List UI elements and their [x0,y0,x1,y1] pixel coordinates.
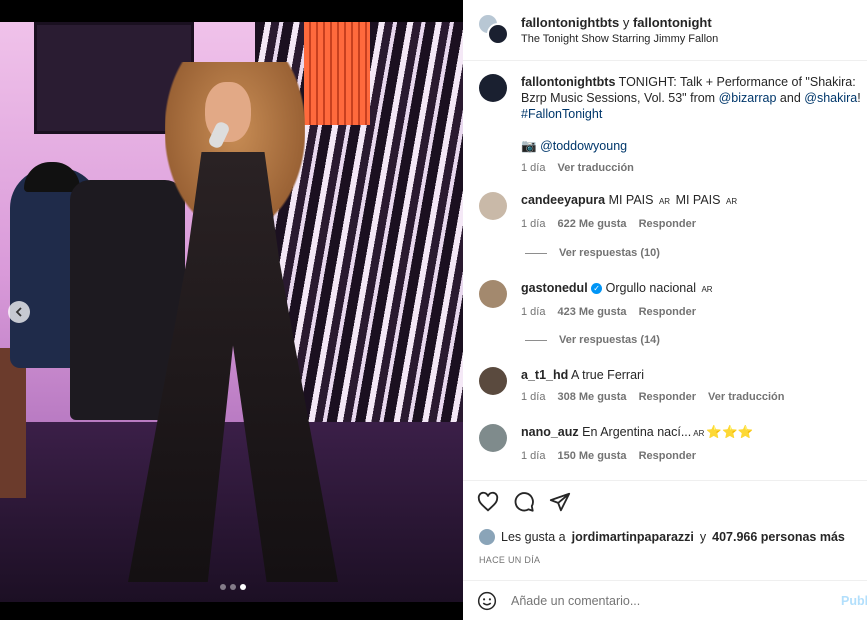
caption-meta: 1 día Ver traducción [521,162,867,174]
likes-middle: y [699,530,707,544]
comment-icon[interactable] [513,491,535,513]
carousel-dot[interactable] [220,584,226,590]
likes-summary[interactable]: Les gusta a jordimartinpaparazzi y 407.9… [479,529,845,545]
author-joiner: y [622,15,630,30]
post-media [0,0,463,620]
mention-link[interactable]: @shakira [804,91,857,105]
post-subtitle[interactable]: The Tonight Show Starring Jimmy Fallon [521,33,718,45]
post-authors: fallontonightbts y fallontonight [521,15,718,30]
reply-button[interactable]: Responder [639,450,696,462]
avatar [487,23,509,45]
carousel-indicator [220,584,246,590]
flag-ar: AR [701,285,713,294]
comment-text: candeeyapura MI PAIS AR MI PAIS AR [521,192,867,210]
photo-desk [0,348,26,498]
post-timestamp[interactable]: HACE UN DÍA [479,555,540,565]
likes-count[interactable]: 407.966 personas más [712,530,845,544]
author-link[interactable]: fallontonight [633,15,712,30]
post-photo [0,22,463,602]
comment-text: a_t1_hd A true Ferrari [521,367,867,383]
hashtag-link[interactable]: #FallonTonight [521,107,602,121]
photo-floor [0,422,463,602]
action-icons [477,491,571,513]
caption-username[interactable]: fallontonightbts [521,75,615,89]
caption-text: fallontonightbts TONIGHT: Talk + Perform… [521,74,867,122]
carousel-dot[interactable] [230,584,236,590]
comment-likes[interactable]: 423 Me gusta [557,306,626,318]
comment-username[interactable]: gastonedul [521,281,588,295]
add-comment-bar: Publ [463,580,867,620]
post-actions: Les gusta a jordimartinpaparazzi y 407.9… [463,480,867,580]
translate-link[interactable]: Ver traducción [708,391,784,403]
comment-time[interactable]: 1 día [521,306,545,318]
view-replies-button[interactable]: Ver respuestas (14) [525,334,660,346]
comment-likes[interactable]: 308 Me gusta [557,391,626,403]
comment-likes[interactable]: 150 Me gusta [557,450,626,462]
previous-photo-button[interactable] [8,301,30,323]
comment-body: MI PAIS [608,193,654,207]
comment-body: MI PAIS [675,193,721,207]
comment-time[interactable]: 1 día [521,218,545,230]
avatar[interactable] [479,367,507,395]
comment-text: gastonedul ✓ Orgullo nacional AR [521,280,867,298]
comment-likes[interactable]: 622 Me gusta [557,218,626,230]
flag-ar: AR [693,429,705,438]
avatar[interactable] [479,424,507,452]
comment-time[interactable]: 1 día [521,391,545,403]
replies-divider [525,252,547,254]
comment-username[interactable]: candeeyapura [521,193,605,207]
post-details-panel: fallontonightbts y fallontonight The Ton… [463,0,867,620]
comment-username[interactable]: nano_auz [521,425,579,439]
likes-user[interactable]: jordimartinpaparazzi [572,530,694,544]
carousel-dot-active[interactable] [240,584,246,590]
comment-body: Orgullo nacional [605,281,696,295]
avatar [479,529,495,545]
avatar[interactable] [479,280,507,308]
star-emojis: ⭐⭐⭐ [706,425,754,439]
reply-button[interactable]: Responder [639,391,696,403]
comments-list[interactable]: fallontonightbts TONIGHT: Talk + Perform… [463,62,867,480]
comment-meta: 1 día 423 Me gusta Responder [521,306,867,318]
post-header: fallontonightbts y fallontonight The Ton… [463,0,867,61]
reply-button[interactable]: Responder [639,306,696,318]
comment-meta: 1 día 150 Me gusta Responder [521,450,867,462]
caption-bang: ! [857,91,861,105]
comment-body: A true Ferrari [571,368,644,382]
reply-button[interactable]: Responder [639,218,696,230]
photo-orange-panel [304,22,370,125]
credit-link[interactable]: @toddowyoung [540,139,627,153]
emoji-icon[interactable] [477,591,497,611]
view-replies-label: Ver respuestas (10) [559,247,660,259]
flag-ar: AR [658,197,671,206]
verified-icon: ✓ [591,283,603,295]
likes-prefix: Les gusta a [501,530,566,544]
camera-icon: 📷 [521,139,537,153]
avatar[interactable] [479,192,507,220]
mention-link[interactable]: @bizarrap [719,91,777,105]
heart-icon[interactable] [477,491,499,513]
author-link[interactable]: fallontonightbts [521,15,619,30]
avatar[interactable] [479,74,507,102]
caption-and: and [779,91,801,105]
caption-time[interactable]: 1 día [521,162,545,174]
translate-link[interactable]: Ver traducción [557,162,633,174]
chevron-left-icon [15,307,22,317]
comment-username[interactable]: a_t1_hd [521,368,568,382]
flag-ar: AR [725,197,738,206]
comment-meta: 1 día 308 Me gusta Responder Ver traducc… [521,391,867,403]
comment-input[interactable] [511,593,831,608]
comment-time[interactable]: 1 día [521,450,545,462]
comment-meta: 1 día 622 Me gusta Responder [521,218,867,230]
comment-text: nano_auz En Argentina nací... AR ⭐⭐⭐ [521,424,867,442]
post-comment-button[interactable]: Publ [841,594,867,608]
view-replies-label: Ver respuestas (14) [559,334,660,346]
comment-body: En Argentina nací... [582,425,692,439]
share-icon[interactable] [549,491,571,513]
view-replies-button[interactable]: Ver respuestas (10) [525,247,660,259]
replies-divider [525,339,547,341]
caption-credit: 📷 @toddowyoung [521,138,867,154]
collab-avatars[interactable] [477,13,511,47]
